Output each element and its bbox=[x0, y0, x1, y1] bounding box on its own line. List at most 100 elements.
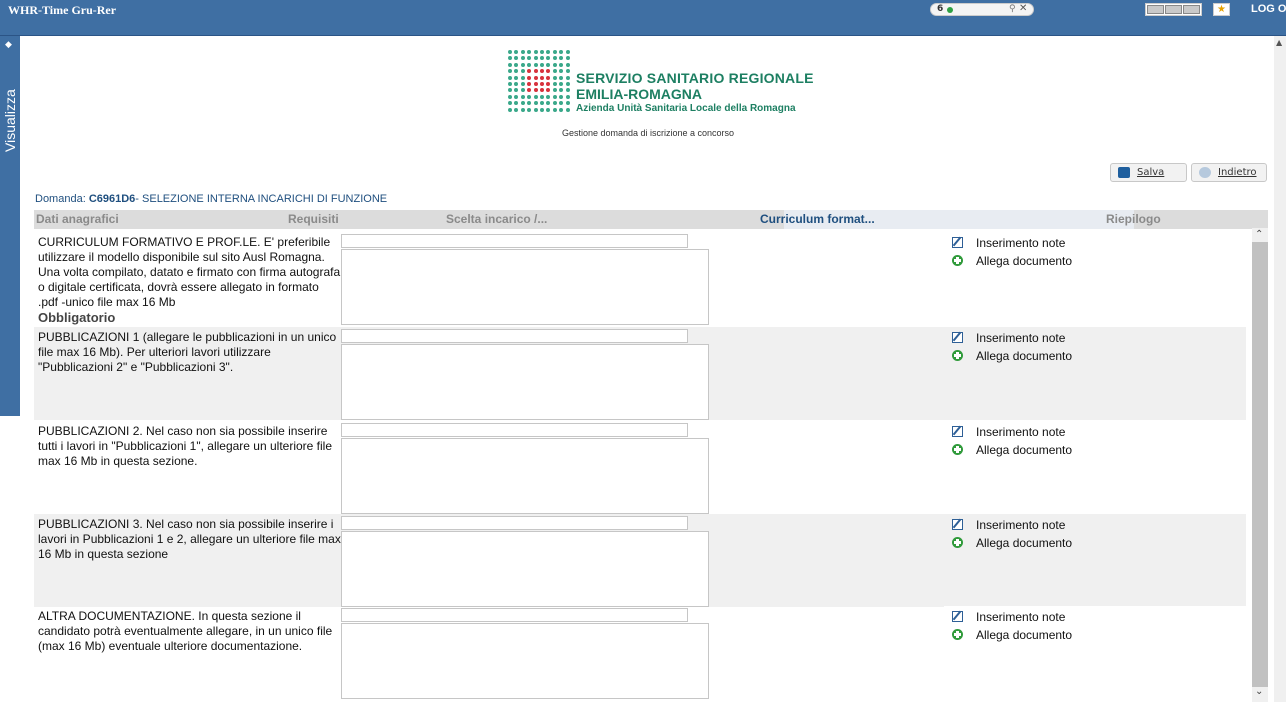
logo-dot bbox=[508, 50, 512, 54]
tab-requisiti[interactable]: Requisiti bbox=[288, 212, 339, 226]
section-title-input[interactable] bbox=[341, 234, 688, 248]
logo-dot bbox=[552, 69, 557, 74]
logo-dot bbox=[540, 81, 544, 86]
logo-dot bbox=[540, 62, 544, 67]
sections-scrollbar[interactable]: ⌃ ⌄ bbox=[1252, 228, 1268, 702]
required-badge: Obbligatorio bbox=[38, 310, 116, 325]
settings-icon[interactable] bbox=[1183, 5, 1200, 14]
add-note-label: Inserimento note bbox=[976, 610, 1066, 624]
logo-dot bbox=[559, 107, 564, 112]
application-prefix: Domanda: bbox=[35, 193, 89, 205]
section-title-input[interactable] bbox=[341, 423, 688, 437]
logo-dot bbox=[527, 56, 532, 61]
logo-dot bbox=[546, 56, 551, 61]
logo-dot bbox=[533, 88, 538, 93]
logo-dot bbox=[540, 94, 544, 99]
add-note-label: Inserimento note bbox=[976, 236, 1066, 250]
scroll-up-icon[interactable]: ⌃ bbox=[1255, 229, 1263, 240]
logo-dot bbox=[540, 69, 544, 74]
attach-document-link[interactable]: Allega documento bbox=[952, 349, 1072, 363]
section-textarea[interactable] bbox=[341, 438, 709, 514]
scrollbar-track-upper[interactable] bbox=[1252, 242, 1268, 422]
logo-dot bbox=[565, 81, 570, 86]
section-row: CURRICULUM FORMATIVO E PROF.LE. E' prefe… bbox=[34, 232, 1246, 325]
add-note-link[interactable]: Inserimento note bbox=[952, 610, 1065, 624]
logo-dot bbox=[552, 107, 557, 112]
section-textarea[interactable] bbox=[341, 249, 709, 325]
logo-dot bbox=[533, 101, 538, 106]
logo-dot bbox=[546, 107, 551, 112]
back-button[interactable]: Indietro bbox=[1191, 163, 1267, 182]
save-button[interactable]: Salva bbox=[1110, 163, 1187, 182]
section-label: PUBBLICAZIONI 3. Nel caso non sia possib… bbox=[38, 517, 342, 562]
close-icon[interactable]: ✕ bbox=[1019, 3, 1027, 14]
scroll-up-icon[interactable]: ▲ bbox=[1276, 38, 1282, 47]
logo-dot bbox=[552, 81, 557, 86]
add-note-link[interactable]: Inserimento note bbox=[952, 236, 1065, 250]
logo-dot bbox=[514, 75, 519, 80]
scrollbar-thumb[interactable] bbox=[1252, 422, 1268, 687]
logo-dot bbox=[559, 81, 564, 86]
logo-dot bbox=[533, 94, 538, 99]
status-dot-icon bbox=[947, 7, 953, 13]
scroll-down-icon[interactable]: ⌄ bbox=[1255, 686, 1263, 697]
attach-document-link[interactable]: Allega documento bbox=[952, 628, 1072, 642]
attach-document-link[interactable]: Allega documento bbox=[952, 254, 1072, 268]
logo-dot bbox=[546, 75, 551, 80]
section-label: CURRICULUM FORMATIVO E PROF.LE. E' prefe… bbox=[38, 235, 342, 325]
logo-dot bbox=[520, 81, 525, 86]
attach-document-link[interactable]: Allega documento bbox=[952, 443, 1072, 457]
logout-link[interactable]: LOG OUT bbox=[1251, 3, 1286, 15]
section-textarea[interactable] bbox=[341, 344, 709, 420]
logo-dot bbox=[559, 50, 564, 54]
logo-dot bbox=[546, 94, 551, 99]
tab-scelta-incarico[interactable]: Scelta incarico /... bbox=[446, 212, 547, 226]
logo-dot bbox=[508, 62, 512, 67]
logo-dot bbox=[527, 75, 532, 80]
attach-document-link[interactable]: Allega documento bbox=[952, 536, 1072, 550]
logo-dot bbox=[559, 75, 564, 80]
section-title-input[interactable] bbox=[341, 329, 688, 343]
logo-dot bbox=[533, 75, 538, 80]
attach-document-label: Allega documento bbox=[976, 254, 1073, 268]
logo-dot bbox=[565, 94, 570, 99]
logo-dot bbox=[527, 88, 532, 93]
tab-dati-anagrafici[interactable]: Dati anagrafici bbox=[36, 212, 119, 226]
search-icon[interactable]: ⚲ bbox=[1009, 4, 1016, 15]
section-textarea[interactable] bbox=[341, 531, 709, 607]
section-label-text: PUBBLICAZIONI 2. Nel caso non sia possib… bbox=[38, 424, 333, 468]
logo-dot bbox=[508, 81, 512, 86]
add-note-label: Inserimento note bbox=[976, 425, 1066, 439]
grid-icon[interactable] bbox=[1165, 5, 1182, 14]
attach-document-label: Allega documento bbox=[976, 349, 1073, 363]
logo-dot bbox=[565, 101, 570, 106]
logo-dot bbox=[514, 88, 519, 93]
logo-dot bbox=[508, 56, 512, 61]
logo-dot bbox=[559, 88, 564, 93]
favorite-star-icon[interactable]: ★ bbox=[1213, 3, 1230, 16]
logo-dot bbox=[559, 101, 564, 106]
add-note-link[interactable]: Inserimento note bbox=[952, 331, 1065, 345]
add-note-link[interactable]: Inserimento note bbox=[952, 518, 1065, 532]
logo-line-3: Azienda Unità Sanitaria Locale della Rom… bbox=[576, 103, 796, 114]
section-label-text: PUBBLICAZIONI 3. Nel caso non sia possib… bbox=[38, 517, 341, 561]
section-title-input[interactable] bbox=[341, 516, 688, 530]
toolbar-icon-group bbox=[1145, 3, 1202, 16]
counter-search-pill[interactable]: 6 ⚲ ✕ bbox=[930, 3, 1034, 16]
tab-curriculum[interactable]: Curriculum format... bbox=[760, 212, 875, 226]
section-title-input[interactable] bbox=[341, 608, 688, 622]
add-note-link[interactable]: Inserimento note bbox=[952, 425, 1065, 439]
back-button-label: Indietro bbox=[1218, 167, 1257, 178]
logo-dot bbox=[508, 101, 512, 106]
section-label: PUBBLICAZIONI 2. Nel caso non sia possib… bbox=[38, 424, 342, 469]
logo-dot bbox=[514, 81, 519, 86]
document-icon[interactable] bbox=[1147, 5, 1164, 14]
logo-dot bbox=[514, 50, 519, 54]
add-document-icon bbox=[952, 444, 963, 455]
logo-dot bbox=[552, 94, 557, 99]
tab-riepilogo[interactable]: Riepilogo bbox=[1106, 212, 1161, 226]
side-panel-tab[interactable]: ◆ Visualizza bbox=[0, 36, 20, 416]
logo-dot bbox=[520, 62, 525, 67]
section-textarea[interactable] bbox=[341, 623, 709, 699]
section-label-text: ALTRA DOCUMENTAZIONE. In questa sezione … bbox=[38, 609, 333, 653]
